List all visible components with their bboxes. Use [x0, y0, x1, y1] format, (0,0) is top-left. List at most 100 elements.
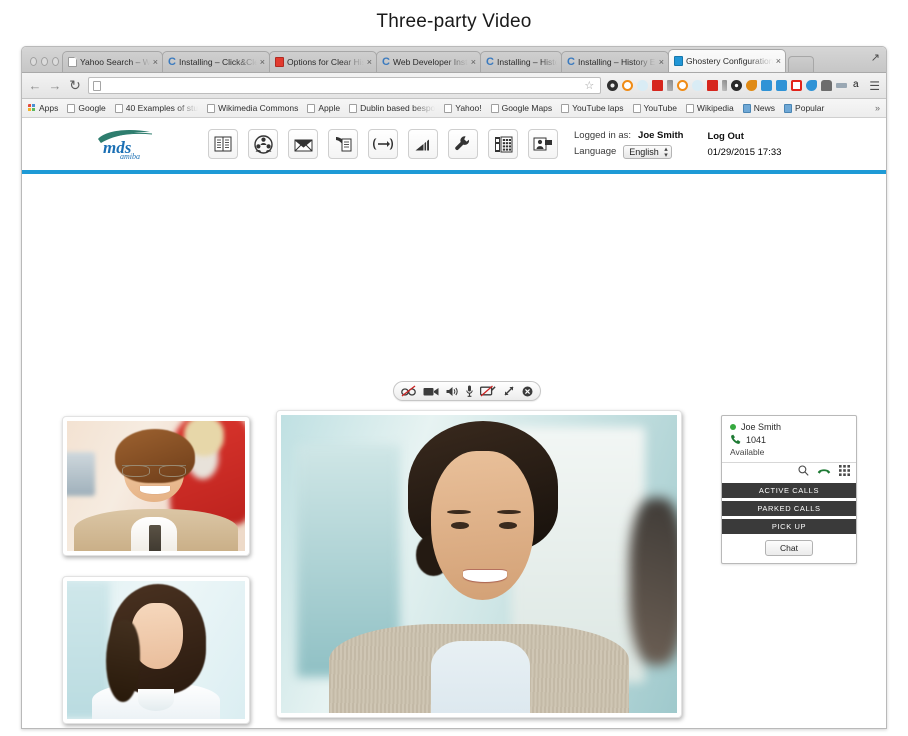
bookmark-label: Wikipedia: [696, 103, 734, 113]
application-page: mds amiba Logged in as: Joe Smith Langua…: [22, 118, 886, 728]
window-traffic-lights[interactable]: [26, 57, 62, 72]
bookmark-yahoo[interactable]: Yahoo!: [444, 103, 482, 113]
logged-in-label: Logged in as:: [574, 129, 632, 141]
directory-icon[interactable]: [208, 129, 238, 159]
pen-extension-icon[interactable]: [722, 80, 728, 91]
amazon-extension-icon[interactable]: a: [851, 80, 860, 91]
language-select[interactable]: English ▴ ▾: [623, 144, 672, 159]
section-parked-calls[interactable]: PARKED CALLS: [722, 501, 856, 516]
paint-extension-icon[interactable]: [806, 80, 818, 91]
bowtie-extension-icon[interactable]: [836, 83, 848, 88]
c-extension-icon[interactable]: [791, 80, 803, 91]
doc-icon: [68, 57, 77, 67]
close-icon[interactable]: ×: [367, 57, 372, 67]
person-extension-icon[interactable]: [776, 80, 788, 91]
browser-tab-installing-history-eraser[interactable]: C Installing – History Eras ×: [561, 51, 669, 72]
bookmark-label: News: [753, 103, 776, 113]
bookmark-dublin-based-bespoke[interactable]: Dublin based bespo: [349, 103, 435, 113]
phone-system-icon[interactable]: [488, 129, 518, 159]
red-book2-extension-icon[interactable]: [707, 80, 719, 91]
orange-ring2-extension-icon[interactable]: [677, 80, 689, 91]
browser-tab-installing-clickclean[interactable]: C Installing – Click&Clean ×: [162, 51, 270, 72]
participant-thumbnail-2[interactable]: [62, 576, 250, 724]
page-title: Three-party Video: [376, 11, 532, 32]
speaker-icon[interactable]: [446, 386, 459, 397]
bookmark-folder-popular[interactable]: Popular: [784, 103, 824, 113]
browser-tab-yahoo-search[interactable]: Yahoo Search – Web Sea ×: [62, 51, 163, 72]
eyedropper-extension-icon[interactable]: [667, 80, 674, 91]
cloud2-extension-icon[interactable]: [692, 80, 704, 91]
bookmarks-overflow-icon[interactable]: »: [875, 103, 880, 113]
fullscreen-icon[interactable]: [503, 385, 515, 397]
close-window-button[interactable]: [30, 57, 37, 66]
address-input[interactable]: ☆: [88, 77, 602, 94]
bookmark-40-examples[interactable]: 40 Examples of stu: [114, 103, 198, 113]
bookmark-google[interactable]: Google: [67, 103, 106, 113]
logout-button[interactable]: Log Out: [707, 131, 781, 142]
close-icon[interactable]: ×: [260, 57, 265, 67]
phone-icon: [731, 434, 741, 444]
orange-ring-extension-icon[interactable]: [622, 80, 634, 91]
close-icon[interactable]: ×: [776, 56, 781, 66]
minimize-window-button[interactable]: [41, 57, 48, 66]
browser-tab-web-developer[interactable]: C Web Developer Installed ×: [376, 51, 481, 72]
bookmark-youtube-laps[interactable]: YouTube laps: [561, 103, 624, 113]
search-icon[interactable]: [798, 465, 809, 478]
bookmark-label: Popular: [795, 103, 825, 113]
headset-extension-icon[interactable]: [746, 80, 758, 91]
mds-amiba-logo[interactable]: mds amiba: [94, 127, 190, 161]
doc-icon: [685, 103, 694, 113]
keypad-icon[interactable]: [839, 465, 850, 478]
gear-extension-icon[interactable]: [731, 80, 743, 91]
bookmark-wikimedia-commons[interactable]: Wikimedia Commons: [207, 103, 298, 113]
new-tab-button[interactable]: [788, 56, 814, 72]
reload-icon[interactable]: ↻: [68, 77, 82, 94]
translate-extension-icon[interactable]: [761, 80, 773, 91]
video-contact-icon[interactable]: [528, 129, 558, 159]
cloud-extension-icon[interactable]: [637, 80, 649, 91]
bookmark-apple[interactable]: Apple: [307, 103, 340, 113]
browser-tab-ghostery-configuration[interactable]: Ghostery Configuration ×: [668, 49, 786, 72]
settings-icon[interactable]: [448, 129, 478, 159]
participant-thumbnail-1[interactable]: [62, 416, 250, 556]
close-icon[interactable]: ×: [471, 57, 476, 67]
chat-button[interactable]: Chat: [765, 540, 813, 556]
call-transfer-icon[interactable]: [368, 129, 398, 159]
camcorder-icon[interactable]: [423, 386, 439, 397]
bookmark-wikipedia[interactable]: Wikipedia: [685, 103, 734, 113]
back-icon[interactable]: ←: [28, 78, 42, 93]
expand-icon[interactable]: ↗: [871, 51, 880, 64]
call-records-icon[interactable]: [328, 129, 358, 159]
hangup-icon[interactable]: [817, 466, 831, 477]
bookmark-google-maps[interactable]: Google Maps: [490, 103, 552, 113]
bookmark-star-icon[interactable]: ☆: [584, 79, 594, 92]
logged-in-row: Logged in as: Joe Smith: [574, 130, 683, 141]
microphone-icon[interactable]: [466, 385, 473, 397]
conference-icon[interactable]: [248, 129, 278, 159]
logged-in-user: Joe Smith: [638, 129, 684, 141]
browser-tab-options-clear-history[interactable]: Options for Clear Histor ×: [269, 51, 377, 72]
lock-extension-icon[interactable]: [821, 80, 833, 91]
bookmark-youtube[interactable]: YouTube: [632, 103, 677, 113]
red-book-extension-icon[interactable]: [652, 80, 664, 91]
voicemail-icon[interactable]: [288, 129, 318, 159]
reports-icon[interactable]: [408, 129, 438, 159]
browser-menu-icon[interactable]: ☰: [869, 79, 880, 93]
bookmark-folder-news[interactable]: News: [742, 103, 776, 113]
share-screen-off-icon[interactable]: [480, 385, 496, 397]
svg-text:amiba: amiba: [120, 152, 140, 161]
video-feed-2: [67, 581, 245, 719]
bookmark-apps[interactable]: Apps: [28, 103, 58, 113]
adblock-extension-icon[interactable]: [607, 80, 619, 91]
browser-tab-installing-histo[interactable]: C Installing – Histo: [480, 51, 562, 72]
video-feed-1: [67, 421, 245, 551]
zoom-window-button[interactable]: [52, 57, 59, 66]
close-icon[interactable]: ×: [153, 57, 158, 67]
camera-off-icon[interactable]: [401, 385, 416, 397]
section-pick-up[interactable]: PICK UP: [722, 519, 856, 534]
section-active-calls[interactable]: ACTIVE CALLS: [722, 483, 856, 498]
main-video-participant[interactable]: [276, 410, 682, 718]
forward-icon[interactable]: →: [48, 78, 62, 93]
end-call-icon[interactable]: [522, 386, 533, 397]
close-icon[interactable]: ×: [659, 57, 664, 67]
